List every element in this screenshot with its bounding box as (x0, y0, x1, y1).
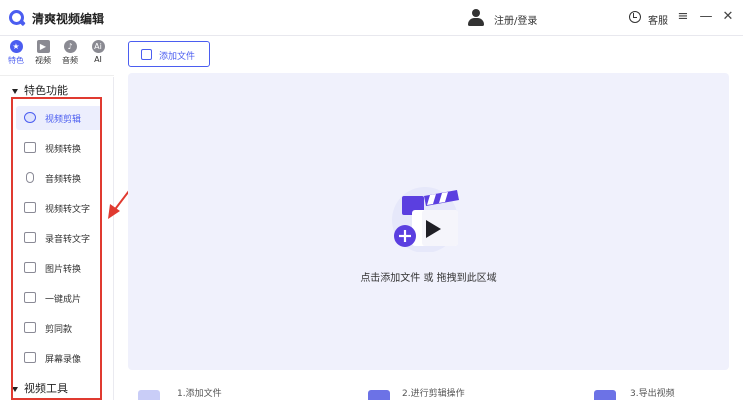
drop-zone-hint: 点击添加文件 或 拖拽到此区域 (360, 273, 497, 284)
template-icon (24, 322, 36, 333)
menu-icon[interactable]: ≡ (675, 9, 691, 25)
user-avatar-icon[interactable] (468, 9, 484, 26)
video-convert-icon (24, 142, 36, 153)
rail-tab-audio[interactable]: ♪ 音频 (58, 40, 82, 66)
sidebar-item-screen-record[interactable]: 屏幕录像 (16, 346, 102, 370)
image-convert-icon (24, 262, 36, 273)
sidebar-item-label: 视频转文字 (45, 205, 91, 215)
sidebar: 特色功能 视频剪辑 视频转换 音频转换 视频转文字 录音转文字 图片转换 一键成… (0, 77, 114, 400)
sidebar-item-label: 录音转文字 (45, 235, 91, 245)
caret-down-icon (12, 88, 18, 94)
step-3: 3.导出视频 (630, 389, 675, 399)
video-to-text-icon (24, 202, 36, 213)
step-1: 1.添加文件 (177, 389, 222, 399)
category-rail: ★ 特色 ▶ 视频 ♪ 音频 Ai AI (0, 36, 114, 76)
rail-label: 特色 (8, 56, 24, 65)
rail-label: 音频 (62, 56, 78, 65)
microphone-icon (26, 172, 34, 183)
rail-tab-video[interactable]: ▶ 视频 (31, 40, 55, 66)
app-title: 清爽视频编辑 (32, 12, 105, 26)
edit-step-icon (368, 390, 390, 400)
rail-label: 视频 (35, 56, 51, 65)
sidebar-item-image-convert[interactable]: 图片转换 (16, 256, 102, 280)
star-icon: ★ (9, 40, 23, 53)
sidebar-item-label: 一键成片 (45, 295, 82, 305)
sidebar-item-one-click-video[interactable]: 一键成片 (16, 286, 102, 310)
one-click-video-icon (24, 292, 36, 303)
sidebar-item-label: 图片转换 (45, 265, 82, 275)
minimize-icon[interactable]: — (698, 9, 714, 25)
sidebar-item-recording-to-text[interactable]: 录音转文字 (16, 226, 102, 250)
audio-icon: ♪ (63, 40, 77, 53)
sidebar-item-label: 视频转换 (45, 145, 82, 155)
customer-service-link[interactable]: 客服 (648, 12, 668, 27)
sidebar-item-label: 视频剪辑 (45, 115, 82, 125)
export-step-icon (594, 390, 616, 400)
file-drop-zone[interactable]: 点击添加文件 或 拖拽到此区域 (128, 73, 729, 370)
film-icon: ▶ (36, 40, 50, 53)
rail-tab-featured[interactable]: ★ 特色 (4, 40, 28, 66)
recording-to-text-icon (24, 232, 36, 243)
login-register-link[interactable]: 注册/登录 (494, 12, 537, 27)
sidebar-item-video-to-text[interactable]: 视频转文字 (16, 196, 102, 220)
sidebar-item-video-edit[interactable]: 视频剪辑 (16, 106, 102, 130)
screen-record-icon (24, 352, 36, 363)
section-video-tools[interactable]: 视频工具 (12, 380, 68, 396)
video-edit-icon (24, 112, 36, 123)
sidebar-item-video-convert[interactable]: 视频转换 (16, 136, 102, 160)
sidebar-item-label: 音频转换 (45, 175, 82, 185)
step-2: 2.进行剪辑操作 (402, 389, 465, 399)
section-featured-functions[interactable]: 特色功能 (12, 82, 68, 98)
title-bar: 清爽视频编辑 注册/登录 客服 ≡ — ✕ (0, 0, 743, 36)
close-icon[interactable]: ✕ (720, 9, 736, 25)
add-file-button[interactable]: 添加文件 (128, 41, 210, 67)
steps-guide: 1.添加文件 2.进行剪辑操作 3.导出视频 (128, 376, 729, 400)
customer-service-icon[interactable] (629, 11, 641, 23)
app-logo-icon (9, 10, 24, 25)
add-file-icon (141, 49, 152, 60)
add-file-label: 添加文件 (159, 52, 196, 62)
caret-down-icon (12, 386, 18, 392)
sidebar-item-label: 剪同款 (45, 325, 73, 335)
sidebar-item-label: 屏幕录像 (45, 355, 82, 365)
rail-label: AI (94, 55, 102, 64)
rail-tab-ai[interactable]: Ai AI (86, 40, 110, 64)
sidebar-item-audio-convert[interactable]: 音频转换 (16, 166, 102, 190)
sidebar-item-template[interactable]: 剪同款 (16, 316, 102, 340)
video-clapperboard-icon (392, 187, 459, 252)
add-file-step-icon (138, 390, 160, 400)
ai-icon: Ai (91, 40, 105, 53)
